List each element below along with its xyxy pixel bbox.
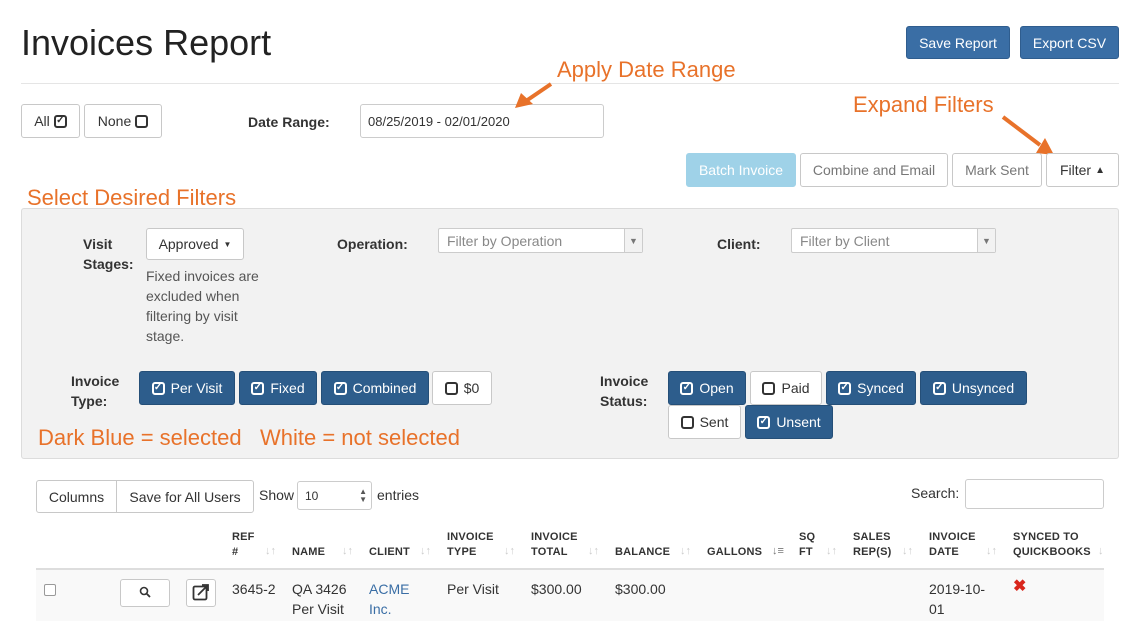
invoice-type-label: Invoice Type: <box>71 373 120 409</box>
checked-icon: ✓ <box>757 415 771 429</box>
external-link-icon <box>192 583 210 604</box>
arrow-date-range <box>524 82 553 103</box>
col-client[interactable]: CLIENT <box>369 545 410 560</box>
arrow-filter <box>1001 115 1042 147</box>
row-balance: $300.00 <box>615 581 666 597</box>
sort-icon[interactable]: ↓↑ <box>986 545 997 557</box>
row-invoice-total: $300.00 <box>531 581 582 597</box>
row-invoice-date: 2019-10- 01 <box>929 581 986 617</box>
col-balance[interactable]: BALANCE <box>615 545 670 560</box>
client-label: Client: <box>717 236 761 252</box>
sort-desc-icon[interactable]: ↓≡ <box>772 545 784 557</box>
client-filter-select[interactable]: Filter by Client ▼ <box>791 228 996 253</box>
col-name[interactable]: NAME <box>292 545 325 560</box>
sort-icon[interactable]: ↓↑ <box>342 545 353 557</box>
col-invoice-date[interactable]: INVOICE DATE <box>929 530 976 560</box>
checked-icon: ✓ <box>251 381 265 395</box>
sort-icon[interactable]: ↓ <box>1098 545 1104 557</box>
sort-icon[interactable]: ↓↑ <box>265 545 276 557</box>
status-open-toggle[interactable]: ✓ Open <box>668 371 746 405</box>
filter-label: Filter <box>1059 162 1092 178</box>
checked-icon: ✓ <box>838 381 852 395</box>
status-synced-toggle[interactable]: ✓ Synced <box>826 371 916 405</box>
caret-down-icon: ▼ <box>977 229 995 252</box>
col-invoice-type[interactable]: INVOICE TYPE <box>447 530 494 560</box>
caret-down-icon: ▼ <box>223 239 232 249</box>
batch-invoice-button[interactable]: Batch Invoice <box>686 153 796 187</box>
sort-icon[interactable]: ↓↑ <box>902 545 913 557</box>
row-client-link[interactable]: ACME Inc. <box>369 579 409 619</box>
filter-toggle-button[interactable]: Filter ▲ <box>1046 153 1119 187</box>
checked-icon: ✓ <box>932 381 946 395</box>
sort-icon[interactable]: ↓↑ <box>588 545 599 557</box>
unchecked-icon <box>680 415 694 429</box>
caret-down-icon: ▼ <box>624 229 642 252</box>
status-paid-toggle[interactable]: Paid <box>750 371 822 405</box>
row-view-button[interactable] <box>120 579 170 607</box>
type-per-visit-toggle[interactable]: ✓ Per Visit <box>139 371 235 405</box>
show-label: Show <box>259 487 295 503</box>
row-ref: 3645-2 <box>232 581 276 597</box>
visit-stages-hint: Fixed invoices are excluded when filteri… <box>146 268 259 344</box>
col-sq-ft[interactable]: SQ FT <box>799 530 815 560</box>
sort-icon[interactable]: ↓↑ <box>680 545 691 557</box>
columns-button[interactable]: Columns <box>36 480 117 513</box>
status-unsent-toggle[interactable]: ✓ Unsent <box>745 405 833 439</box>
annotation-white: White = not selected <box>260 425 460 450</box>
sort-icon[interactable]: ↓↑ <box>504 545 515 557</box>
row-open-external-button[interactable] <box>186 579 216 607</box>
not-synced-icon: ✖ <box>1013 578 1027 595</box>
col-gallons[interactable]: GALLONS <box>707 545 762 560</box>
operation-label: Operation: <box>337 236 408 252</box>
entries-label: entries <box>377 487 420 503</box>
search-icon <box>139 585 151 601</box>
search-input[interactable] <box>965 479 1104 509</box>
row-invoice-type: Per Visit <box>447 581 499 597</box>
combine-email-button[interactable]: Combine and Email <box>800 153 948 187</box>
checked-icon: ✓ <box>151 381 165 395</box>
checked-icon: ✓ <box>333 381 347 395</box>
type-zero-toggle[interactable]: $0 <box>432 371 492 405</box>
visit-stages-label: Visit Stages: <box>83 236 134 272</box>
type-combined-toggle[interactable]: ✓ Combined <box>321 371 429 405</box>
type-fixed-toggle[interactable]: ✓ Fixed <box>239 371 317 405</box>
row-name: QA 3426 Per Visit <box>292 581 347 617</box>
sort-icon[interactable]: ↓↑ <box>826 545 837 557</box>
col-sales-reps[interactable]: SALES REP(S) <box>853 530 891 560</box>
status-sent-toggle[interactable]: Sent <box>668 405 741 439</box>
arrow-date-range-head <box>515 93 533 108</box>
unchecked-icon <box>762 381 776 395</box>
col-synced-quickbooks[interactable]: SYNCED TO QUICKBOOKS <box>1013 530 1091 560</box>
checked-icon: ✓ <box>680 381 694 395</box>
status-unsynced-toggle[interactable]: ✓ Unsynced <box>920 371 1027 405</box>
col-invoice-total[interactable]: INVOICE TOTAL <box>531 530 578 560</box>
mark-sent-button[interactable]: Mark Sent <box>952 153 1042 187</box>
unchecked-icon <box>444 381 458 395</box>
col-ref[interactable]: REF # <box>232 530 255 560</box>
sort-icon[interactable]: ↓↑ <box>420 545 431 557</box>
operation-filter-select[interactable]: Filter by Operation ▼ <box>438 228 643 253</box>
visit-stages-dropdown[interactable]: Approved ▼ <box>146 228 244 260</box>
save-all-users-button[interactable]: Save for All Users <box>116 480 254 513</box>
invoice-status-label: Invoice Status: <box>600 373 649 409</box>
entries-select[interactable]: 10 ▲ ▼ <box>297 481 372 510</box>
chevron-up-icon: ▲ <box>1095 164 1106 176</box>
search-label: Search: <box>911 485 960 501</box>
annotation-dark-blue: Dark Blue = selected <box>38 425 242 450</box>
row-checkbox[interactable] <box>44 584 56 596</box>
stepper-icon: ▲ ▼ <box>359 487 367 504</box>
